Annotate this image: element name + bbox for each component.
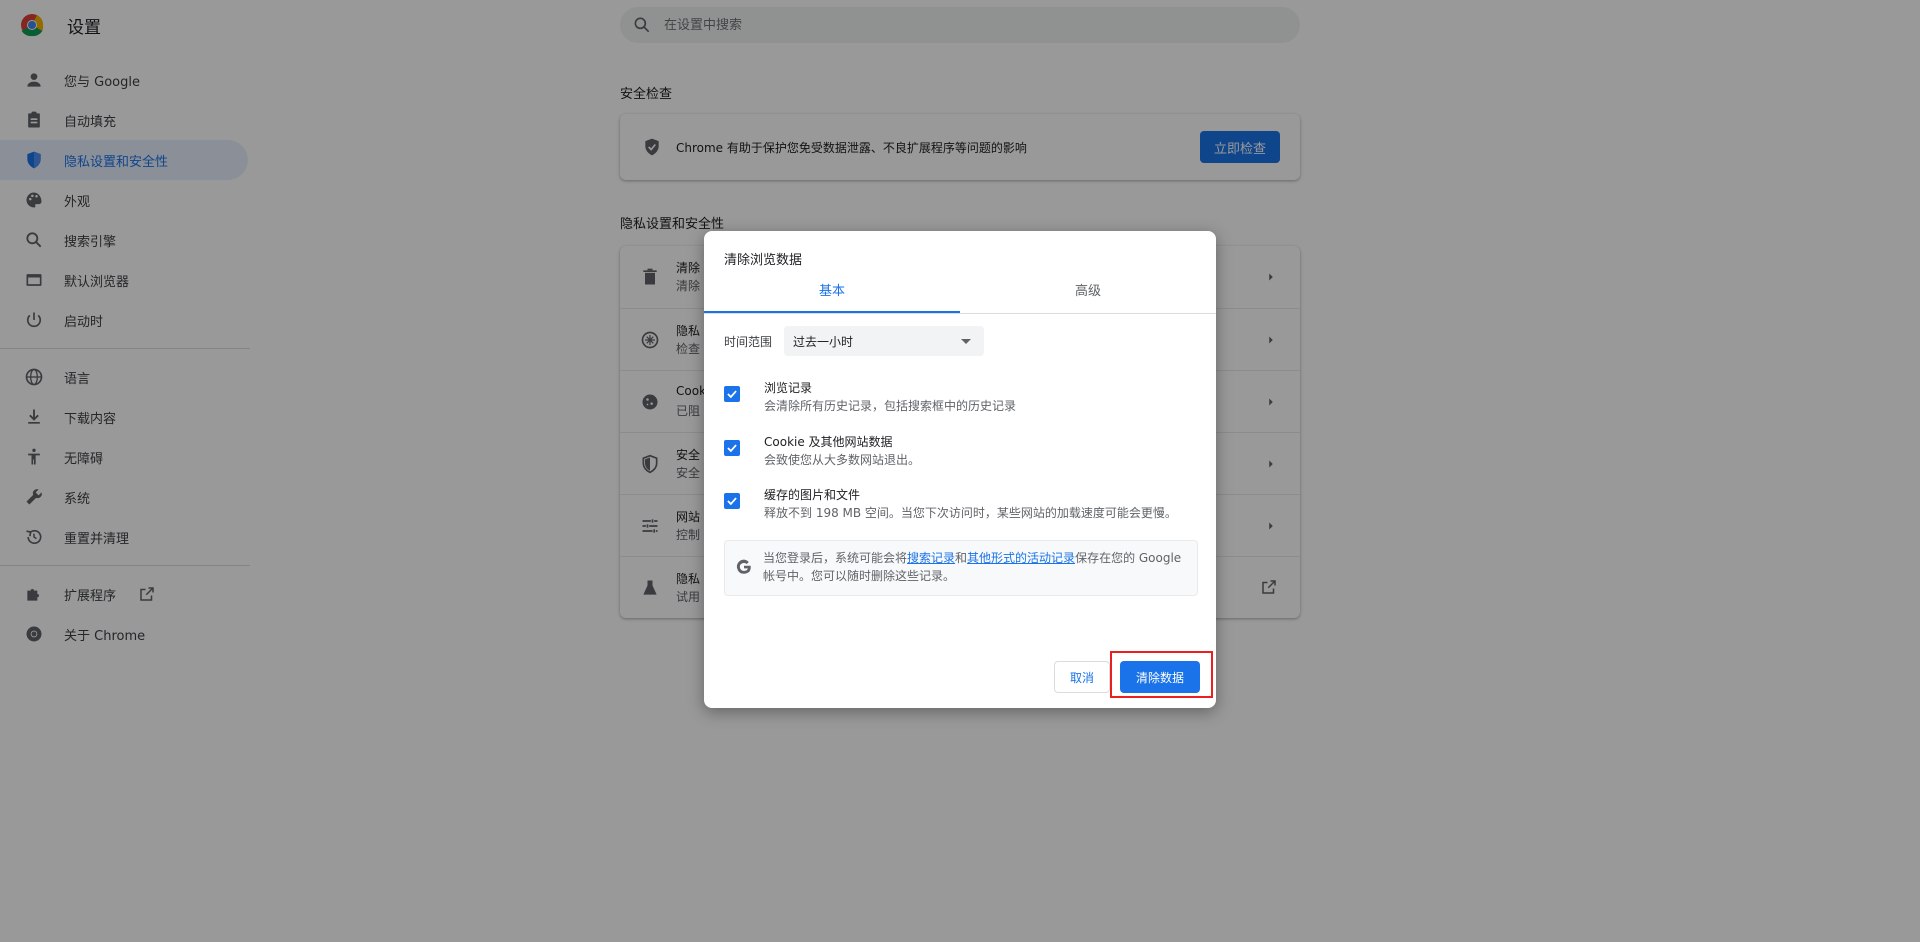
- tab-advanced[interactable]: 高级: [960, 275, 1216, 313]
- checkmark-icon: [727, 444, 737, 453]
- google-g-icon: [736, 559, 751, 574]
- option-cookies: Cookie 及其他网站数据 会致使您从大多数网站退出。: [724, 433, 1196, 473]
- time-range-label: 时间范围: [724, 335, 773, 349]
- clear-browsing-data-dialog: 清除浏览数据 基本 高级 时间范围 过去一小时 浏览记录 会清除所有历史记录，包…: [704, 231, 1216, 708]
- checkmark-icon: [727, 497, 737, 506]
- dropdown-arrow-icon: [961, 339, 971, 344]
- notice-middle: 和: [955, 551, 968, 565]
- option-title: 缓存的图片和文件: [764, 488, 861, 502]
- option-title: Cookie 及其他网站数据: [764, 435, 893, 449]
- option-subtitle: 释放不到 198 MB 空间。当您下次访问时，某些网站的加载速度可能会更慢。: [764, 506, 1177, 520]
- cache-checkbox[interactable]: [724, 493, 740, 509]
- option-title: 浏览记录: [764, 381, 813, 395]
- tab-basic[interactable]: 基本: [704, 275, 960, 313]
- google-notice-text: 当您登录后，系统可能会将搜索记录和其他形式的活动记录保存在您的 Google 帐…: [763, 549, 1183, 585]
- option-cache: 缓存的图片和文件 释放不到 198 MB 空间。当您下次访问时，某些网站的加载速…: [724, 486, 1196, 526]
- dialog-title: 清除浏览数据: [724, 253, 803, 268]
- cancel-button[interactable]: 取消: [1054, 661, 1110, 693]
- notice-prefix: 当您登录后，系统可能会将: [763, 551, 908, 565]
- option-subtitle: 会清除所有历史记录，包括搜索框中的历史记录: [764, 399, 1017, 413]
- checkmark-icon: [727, 390, 737, 399]
- time-range-select[interactable]: 过去一小时: [784, 326, 984, 356]
- option-browsing-history: 浏览记录 会清除所有历史记录，包括搜索框中的历史记录: [724, 379, 1196, 419]
- time-range-value: 过去一小时: [793, 335, 854, 349]
- google-account-notice: 当您登录后，系统可能会将搜索记录和其他形式的活动记录保存在您的 Google 帐…: [724, 540, 1198, 596]
- browsing-history-checkbox[interactable]: [724, 386, 740, 402]
- search-history-link[interactable]: 搜索记录: [907, 551, 955, 565]
- dialog-tabs: 基本 高级: [704, 275, 1216, 314]
- cookies-checkbox[interactable]: [724, 440, 740, 456]
- clear-data-button[interactable]: 清除数据: [1120, 661, 1200, 693]
- option-subtitle: 会致使您从大多数网站退出。: [764, 453, 921, 467]
- other-activity-link[interactable]: 其他形式的活动记录: [967, 551, 1075, 565]
